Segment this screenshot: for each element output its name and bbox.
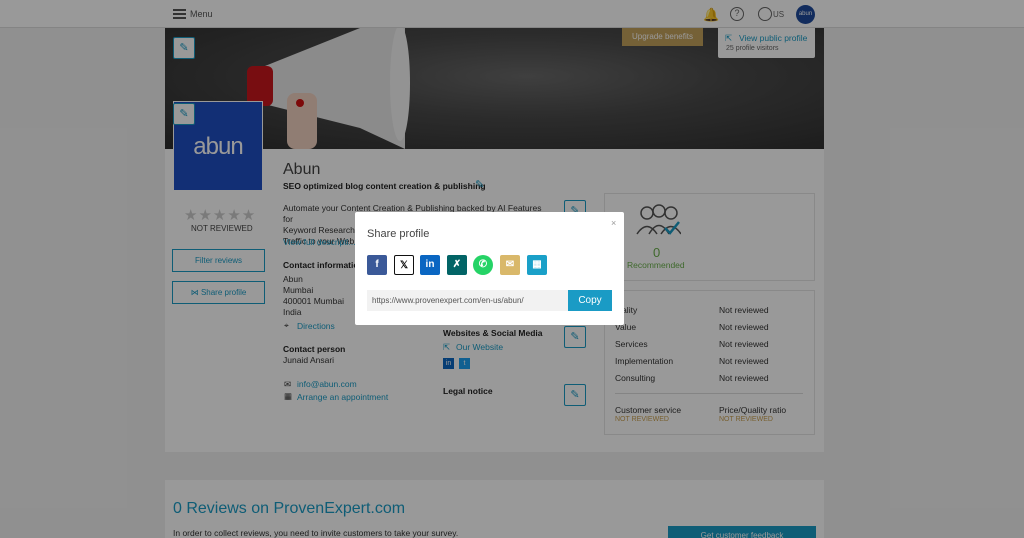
close-icon[interactable]: × xyxy=(611,218,616,228)
share-profile-modal: Share profile × f 𝕏 in ✗ ✆ ✉ ▦ https://w… xyxy=(355,212,624,325)
facebook-icon[interactable]: f xyxy=(367,255,387,275)
linkedin-icon[interactable]: in xyxy=(420,255,440,275)
qr-code-icon[interactable]: ▦ xyxy=(527,255,547,275)
email-icon[interactable]: ✉ xyxy=(500,255,520,275)
xing-icon[interactable]: ✗ xyxy=(447,255,467,275)
whatsapp-icon[interactable]: ✆ xyxy=(473,255,493,275)
x-icon[interactable]: 𝕏 xyxy=(394,255,414,275)
share-url-field[interactable]: https://www.provenexpert.com/en-us/abun/ xyxy=(367,290,568,311)
copy-button[interactable]: Copy xyxy=(568,290,612,311)
modal-title: Share profile xyxy=(367,228,430,240)
